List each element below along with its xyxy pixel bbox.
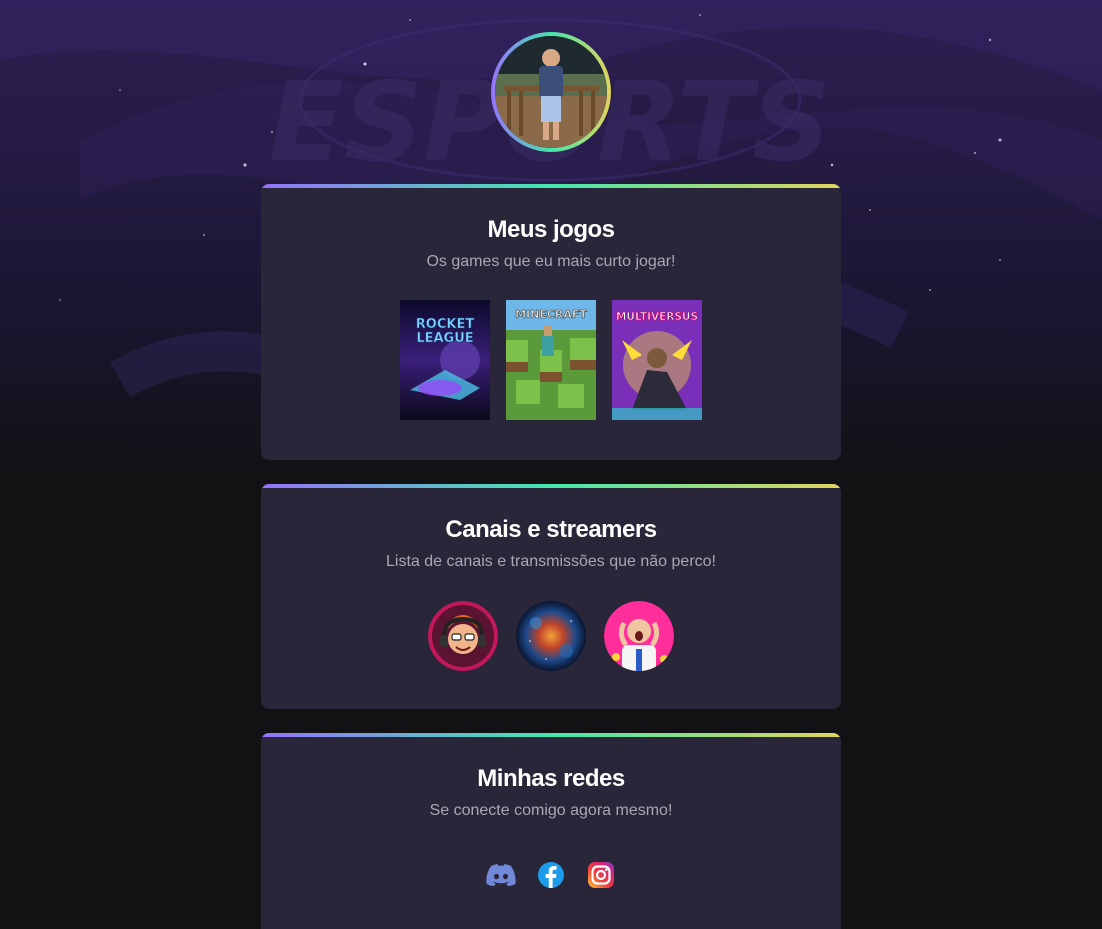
channels-list: [261, 601, 841, 671]
games-card: Meus jogos Os games que eu mais curto jo…: [261, 184, 841, 460]
socials-list: [261, 859, 841, 891]
channels-title: Canais e streamers: [445, 516, 657, 543]
channels-subtitle: Lista de canais e transmissões que não p…: [386, 553, 716, 570]
svg-text:LEAGUE: LEAGUE: [416, 331, 473, 346]
profile-avatar: [491, 32, 611, 152]
surprised-person-avatar[interactable]: [604, 601, 674, 671]
games-subtitle: Os games que eu mais curto jogar!: [426, 253, 676, 270]
profile-photo: [495, 36, 607, 148]
game-rocket-league[interactable]: ROCKET LEAGUE: [400, 300, 490, 420]
instagram-icon[interactable]: [585, 859, 617, 891]
discord-icon[interactable]: [485, 859, 517, 891]
svg-text:MULTIVERSUS: MULTIVERSUS: [616, 311, 698, 323]
socials-subtitle: Se conecte comigo agora mesmo!: [429, 802, 673, 819]
socials-card: Minhas redes Se conecte comigo agora mes…: [261, 733, 841, 929]
space-nebula-avatar[interactable]: [516, 601, 586, 671]
socials-title: Minhas redes: [477, 765, 625, 792]
game-multiversus[interactable]: MULTIVERSUS: [612, 300, 702, 420]
games-title: Meus jogos: [487, 216, 615, 243]
facebook-icon[interactable]: [535, 859, 567, 891]
game-minecraft[interactable]: MINECRAFT: [506, 300, 596, 420]
channels-card: Canais e streamers Lista de canais e tra…: [261, 484, 841, 709]
svg-text:ROCKET: ROCKET: [416, 317, 475, 332]
games-list: ROCKET LEAGUE MINECRAFT MULTIVERSUS: [261, 300, 841, 420]
svg-text:MINECRAFT: MINECRAFT: [515, 308, 587, 321]
cartoon-gamer-avatar[interactable]: [428, 601, 498, 671]
